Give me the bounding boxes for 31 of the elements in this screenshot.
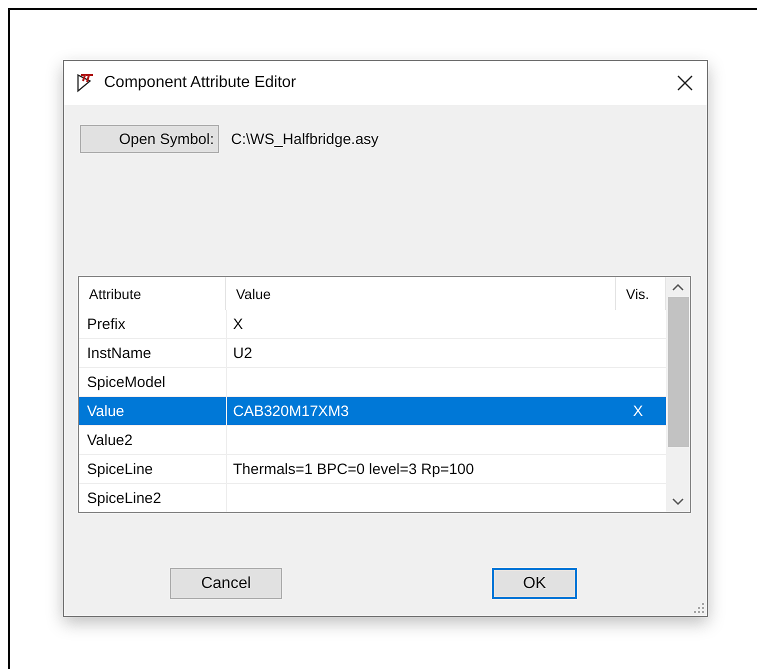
table-row[interactable]: InstName U2: [79, 339, 666, 368]
resize-grip-icon[interactable]: [694, 603, 704, 613]
table-cell-text: SpiceLine: [86, 460, 154, 478]
table-row[interactable]: Value CAB320M17XM3 X: [79, 397, 666, 426]
table-cell-text: Value: [86, 402, 126, 420]
scrollbar[interactable]: [666, 277, 690, 512]
table-cell-text: InstName: [86, 344, 152, 362]
scroll-up-icon[interactable]: [672, 283, 684, 291]
symbol-path: C:\WS_Halfbridge.asy: [231, 130, 379, 148]
column-header[interactable]: Value: [226, 277, 616, 310]
table-cell: U2: [226, 339, 616, 367]
column-header[interactable]: Attribute: [79, 277, 226, 310]
open-symbol-button[interactable]: Open Symbol:: [80, 125, 219, 153]
dialog-button[interactable]: Cancel: [170, 568, 282, 599]
window-title: Component Attribute Editor: [104, 74, 298, 92]
table-cell: X: [226, 310, 616, 338]
table-row[interactable]: Value2: [79, 426, 666, 455]
table-cell-text: Value2: [86, 432, 134, 448]
table-cell-text: X: [632, 402, 644, 420]
table-cell: Thermals=1 BPC=0 level=3 Rp=100: [226, 455, 616, 483]
table-cell-text: SpiceLine2: [86, 490, 162, 506]
dialog-button[interactable]: OK: [492, 568, 577, 599]
table-cell-text: SpiceModel: [86, 374, 166, 390]
scroll-down-icon[interactable]: [672, 498, 684, 506]
table-cell: CAB320M17XM3: [226, 397, 616, 425]
close-icon[interactable]: [677, 75, 693, 91]
app-logo-icon: [76, 73, 96, 93]
table-cell-text: Prefix: [86, 316, 126, 332]
table-row[interactable]: SpiceLine Thermals=1 BPC=0 level=3 Rp=100: [79, 455, 666, 484]
scroll-thumb[interactable]: [668, 297, 688, 447]
table-row[interactable]: Prefix X: [79, 310, 666, 339]
